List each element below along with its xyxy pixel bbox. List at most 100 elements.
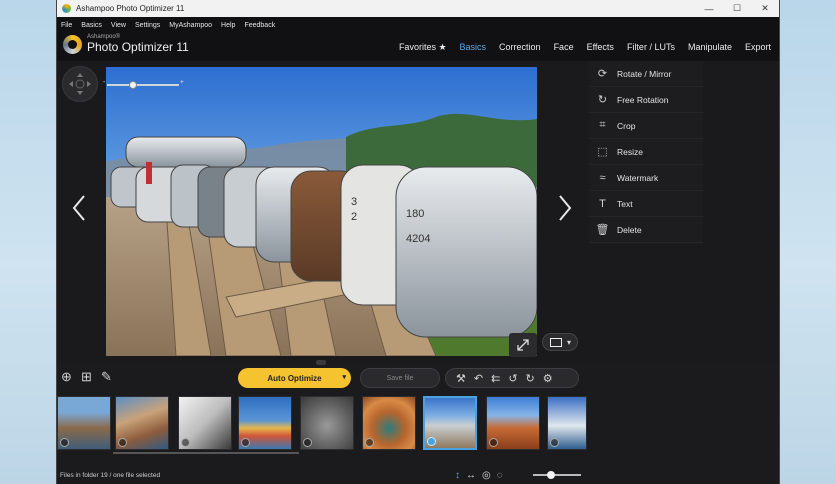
tool-free-rotation[interactable]: ↻ Free Rotation <box>589 87 703 113</box>
save-file-button[interactable]: Save file <box>360 368 440 388</box>
selected-checkbox[interactable] <box>427 437 436 446</box>
thumbnail-size-knob[interactable] <box>547 471 555 479</box>
tab-face[interactable]: Face <box>554 42 574 52</box>
tab-export[interactable]: Export <box>745 42 771 52</box>
add-folder-icon[interactable]: ⊞ <box>81 369 92 385</box>
auto-optimize-button[interactable]: Auto Optimize ▾ <box>238 368 351 388</box>
auto-optimize-label: Auto Optimize <box>267 373 322 383</box>
previous-image-button[interactable] <box>71 194 87 226</box>
chevron-right-icon <box>559 195 572 221</box>
select-checkbox[interactable] <box>241 438 250 447</box>
zoom-slider[interactable]: - + <box>103 79 184 89</box>
select-checkbox[interactable] <box>550 438 559 447</box>
tool-label: Rotate / Mirror <box>617 68 672 79</box>
svg-text:2: 2 <box>351 211 357 223</box>
mailboxes-photo: 3 2 180 4204 <box>106 67 537 356</box>
tab-filter-luts[interactable]: Filter / LUTs <box>627 42 675 52</box>
fit-height-icon[interactable]: ↕ <box>455 470 460 481</box>
free-rotation-icon: ↻ <box>597 94 608 106</box>
thumbnail-size-slider[interactable] <box>533 471 581 479</box>
close-button[interactable]: ✕ <box>751 0 779 17</box>
tab-manipulate[interactable]: Manipulate <box>688 42 732 52</box>
thumbnail[interactable] <box>547 396 587 450</box>
thumbnail[interactable] <box>115 396 169 450</box>
menu-help[interactable]: Help <box>221 22 235 29</box>
thumbnail[interactable] <box>178 396 232 450</box>
app-window: Ashampoo Photo Optimizer 11 — ☐ ✕ File B… <box>56 0 780 484</box>
tool-label: Text <box>617 198 633 209</box>
thumbnail[interactable] <box>362 396 416 450</box>
undo-all-icon[interactable]: ⇇ <box>491 372 500 385</box>
settings-icon[interactable]: ⚙ <box>543 372 553 385</box>
tab-correction[interactable]: Correction <box>499 42 541 52</box>
tool-watermark[interactable]: ≈ Watermark <box>589 165 703 191</box>
expand-icon <box>517 339 529 351</box>
thumbnail[interactable] <box>486 396 540 450</box>
magic-wand-icon[interactable]: ⚒ <box>456 372 466 385</box>
tool-delete[interactable]: 🗑 Delete <box>589 217 703 243</box>
menu-bar: File Basics View Settings MyAshampoo Hel… <box>57 17 779 33</box>
menu-myashampoo[interactable]: MyAshampoo <box>169 22 212 29</box>
chevron-down-icon: ▾ <box>567 337 572 347</box>
svg-text:4204: 4204 <box>406 233 430 245</box>
main-photo[interactable]: 3 2 180 4204 <box>106 67 537 356</box>
menu-file[interactable]: File <box>61 22 72 29</box>
main-tabs: Favorites ★ Basics Correction Face Effec… <box>386 33 771 61</box>
fullscreen-button[interactable] <box>509 333 537 357</box>
single-view-icon <box>550 337 562 347</box>
menu-settings[interactable]: Settings <box>135 22 160 29</box>
thumbnail[interactable] <box>300 396 354 450</box>
select-checkbox[interactable] <box>303 438 312 447</box>
tool-rotate-mirror[interactable]: ⟳ Rotate / Mirror <box>589 61 703 87</box>
add-file-icon[interactable]: ⊕ <box>61 369 72 385</box>
title-bar: Ashampoo Photo Optimizer 11 — ☐ ✕ <box>57 0 779 17</box>
tool-text[interactable]: T Text <box>589 191 703 217</box>
select-checkbox[interactable] <box>489 438 498 447</box>
menu-feedback[interactable]: Feedback <box>244 22 275 29</box>
rotate-right-icon[interactable]: ↻ <box>526 372 535 385</box>
status-text: Files in folder 19 / one file selected <box>60 471 161 479</box>
chevron-left-icon <box>72 195 85 221</box>
chevron-down-icon[interactable]: ▾ <box>342 373 346 381</box>
minimize-button[interactable]: — <box>695 0 723 17</box>
window-controls: — ☐ ✕ <box>695 0 779 17</box>
pan-navigator[interactable] <box>62 66 98 102</box>
tool-crop[interactable]: ⌗ Crop <box>589 113 703 139</box>
menu-view[interactable]: View <box>111 22 126 29</box>
thumbnail-selected[interactable] <box>423 396 477 450</box>
select-checkbox[interactable] <box>181 438 190 447</box>
select-checkbox[interactable] <box>60 438 69 447</box>
compare-icon[interactable]: ◎ <box>482 470 491 481</box>
brush-icon[interactable]: ✎ <box>101 369 112 385</box>
filmstrip-scrollbar[interactable] <box>113 452 299 454</box>
menu-basics[interactable]: Basics <box>81 22 102 29</box>
app-icon <box>62 4 71 13</box>
app-logo: Ashampoo® Photo Optimizer 11 <box>63 34 189 54</box>
product-name: Photo Optimizer 11 <box>87 40 189 54</box>
auto-icon[interactable]: ◌ <box>497 470 503 481</box>
view-mode-dropdown[interactable]: ▾ <box>542 333 578 351</box>
edit-tools-group: ⚒ ↶ ⇇ ↺ ↻ ⚙ <box>445 368 579 388</box>
undo-icon[interactable]: ↶ <box>474 372 483 385</box>
status-bar: Files in folder 19 / one file selected ↕… <box>57 466 779 484</box>
move-arrows-icon <box>69 73 91 95</box>
select-checkbox[interactable] <box>365 438 374 447</box>
tab-favorites[interactable]: Favorites ★ <box>399 42 447 53</box>
thumbnail[interactable] <box>238 396 292 450</box>
next-image-button[interactable] <box>557 194 573 226</box>
resize-icon: ⬚ <box>597 146 608 158</box>
rotate-left-icon[interactable]: ↺ <box>508 372 517 385</box>
thumbnail[interactable] <box>57 396 111 450</box>
fit-width-icon[interactable]: ↔ <box>466 470 476 481</box>
svg-text:3: 3 <box>351 196 357 208</box>
zoom-out-label: - <box>103 79 106 86</box>
tab-effects[interactable]: Effects <box>587 42 614 52</box>
tab-basics[interactable]: Basics <box>460 42 487 52</box>
svg-text:180: 180 <box>406 208 424 220</box>
select-checkbox[interactable] <box>118 438 127 447</box>
maximize-button[interactable]: ☐ <box>723 0 751 17</box>
panel-collapse-handle[interactable] <box>316 360 326 365</box>
tools-panel: ⟳ Rotate / Mirror ↻ Free Rotation ⌗ Crop… <box>589 61 703 244</box>
tool-resize[interactable]: ⬚ Resize <box>589 139 703 165</box>
zoom-slider-knob[interactable] <box>129 81 137 89</box>
